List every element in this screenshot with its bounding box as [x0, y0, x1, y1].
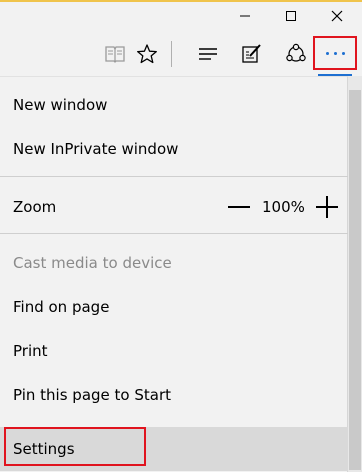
settings-highlight-box — [4, 427, 146, 466]
zoom-value: 100% — [262, 198, 305, 216]
menu-item-label: Cast media to device — [13, 254, 172, 272]
reading-view-icon — [105, 46, 125, 63]
close-icon — [331, 10, 343, 22]
hub-button[interactable] — [193, 39, 223, 69]
scrollbar-thumb[interactable] — [349, 90, 361, 470]
menu-item-label: Pin this page to Start — [13, 386, 171, 404]
hub-icon — [199, 48, 217, 60]
zoom-out-button[interactable] — [228, 185, 250, 229]
zoom-label: Zoom — [13, 198, 57, 216]
toolbar-separator — [171, 41, 172, 67]
menu-item-pin-to-start[interactable]: Pin this page to Start — [0, 373, 348, 417]
menu-item-zoom: Zoom 100% — [0, 185, 348, 229]
menu-item-label: Find on page — [13, 298, 110, 316]
web-note-button[interactable] — [237, 39, 267, 69]
favorite-button[interactable] — [132, 39, 162, 69]
minimize-button[interactable] — [222, 2, 268, 30]
minimize-icon — [240, 15, 250, 17]
maximize-button[interactable] — [268, 2, 314, 30]
more-actions-icon — [325, 51, 345, 55]
menu-item-label: Print — [13, 342, 48, 360]
browser-toolbar — [0, 32, 362, 76]
menu-scrollbar[interactable] — [348, 76, 362, 472]
more-actions-menu: New window New InPrivate window Zoom 100… — [0, 76, 348, 472]
menu-item-label: New InPrivate window — [13, 140, 179, 158]
menu-item-new-window[interactable]: New window — [0, 83, 348, 127]
menu-item-new-inprivate-window[interactable]: New InPrivate window — [0, 127, 348, 171]
web-note-icon — [242, 44, 261, 63]
title-bar — [0, 0, 362, 32]
menu-divider — [0, 233, 348, 234]
share-icon — [286, 43, 306, 62]
favorite-star-icon — [137, 44, 157, 64]
menu-item-label: New window — [13, 96, 108, 114]
share-button[interactable] — [281, 39, 311, 69]
menu-item-cast-media: Cast media to device — [0, 241, 348, 285]
menu-divider — [0, 176, 348, 177]
maximize-icon — [286, 11, 296, 21]
more-actions-button[interactable] — [313, 36, 357, 70]
close-button[interactable] — [314, 2, 360, 30]
menu-item-find-on-page[interactable]: Find on page — [0, 285, 348, 329]
reading-view-button[interactable] — [100, 39, 130, 69]
menu-item-print[interactable]: Print — [0, 329, 348, 373]
zoom-in-button[interactable] — [316, 185, 338, 229]
